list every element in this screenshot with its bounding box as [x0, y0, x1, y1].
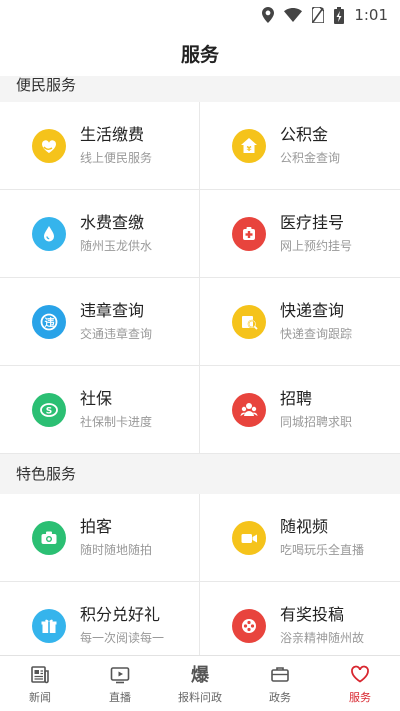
service-subtitle: 社保制卡进度	[80, 415, 153, 429]
service-housing-fund[interactable]: ¥ 公积金公积金查询	[200, 102, 400, 190]
tab-label: 直播	[109, 690, 131, 704]
service-title: 生活缴费	[80, 125, 145, 144]
service-title: 水费查缴	[80, 213, 145, 232]
service-subtitle: 每一次阅读每一	[80, 631, 165, 645]
tab-news[interactable]: 新闻	[0, 656, 80, 711]
no-sim-icon	[312, 7, 325, 23]
service-title: 快递查询	[280, 301, 345, 320]
heart-hands-icon	[32, 128, 66, 163]
service-water-bill[interactable]: 水费查缴随州玉龙供水	[0, 190, 200, 278]
status-bar: 1:01	[0, 0, 400, 30]
people-icon	[232, 392, 266, 427]
service-subtitle: 吃喝玩乐全直播	[280, 543, 365, 557]
service-medical-registration[interactable]: 医疗挂号网上预约挂号	[200, 190, 400, 278]
service-submission[interactable]: 有奖投稿浴亲精神随州故	[200, 582, 400, 655]
convenience-grid: 生活缴费线上便民服务 ¥ 公积金公积金查询 水费查缴随州玉龙供水 医疗挂号网上预…	[0, 102, 400, 454]
battery-icon	[334, 6, 345, 24]
service-life-payment[interactable]: 生活缴费线上便民服务	[0, 102, 200, 190]
service-snapshot[interactable]: 拍客 随时随地随拍	[0, 494, 200, 582]
status-time: 1:01	[354, 6, 388, 24]
service-subtitle: 随州玉龙供水	[80, 239, 153, 253]
svg-text:¥: ¥	[247, 145, 252, 153]
location-icon	[262, 7, 275, 23]
service-subtitle: 浴亲精神随州故	[280, 631, 365, 645]
service-title: 积分兑好礼	[80, 605, 161, 624]
service-title: 随视频	[280, 517, 329, 536]
tab-live[interactable]: 直播	[80, 656, 160, 711]
tab-label: 报料问政	[178, 690, 222, 704]
tab-label: 新闻	[29, 690, 51, 704]
heart-icon	[351, 665, 369, 683]
service-title: 医疗挂号	[280, 213, 345, 232]
video-camera-icon	[232, 520, 266, 555]
newspaper-icon	[31, 665, 49, 683]
service-social-security[interactable]: S 社保社保制卡进度	[0, 366, 200, 454]
bottom-tab-bar: 新闻 直播 爆 报料问政 政务 服务	[0, 655, 400, 711]
gift-icon	[32, 608, 66, 643]
social-security-icon: S	[32, 392, 66, 427]
explosion-char-icon: 爆	[191, 665, 210, 685]
tv-play-icon	[110, 666, 130, 683]
violation-icon: 违	[32, 304, 66, 339]
page-title: 服务	[180, 43, 219, 66]
service-subtitle: 交通违章查询	[80, 327, 153, 341]
water-drop-icon	[32, 216, 66, 251]
section-title-convenience: 便民服务	[0, 76, 400, 102]
service-title: 拍客	[80, 517, 113, 536]
wifi-icon	[284, 8, 303, 22]
service-points-gift[interactable]: 积分兑好礼每一次阅读每一	[0, 582, 200, 655]
service-title: 违章查询	[80, 301, 145, 320]
service-subtitle: 随时随地随拍	[80, 543, 153, 557]
service-title: 有奖投稿	[280, 605, 345, 624]
service-subtitle: 快递查询跟踪	[280, 327, 353, 341]
service-express-tracking[interactable]: 快递查询快递查询跟踪	[200, 278, 400, 366]
svg-text:S: S	[46, 406, 52, 416]
service-title: 招聘	[280, 389, 313, 408]
service-title: 公积金	[280, 125, 329, 144]
tab-label: 服务	[349, 690, 371, 704]
svg-text:违: 违	[45, 316, 55, 329]
section-title-featured: 特色服务	[0, 454, 400, 494]
package-search-icon	[232, 304, 266, 339]
tab-label: 政务	[269, 690, 291, 704]
svg-text:爆: 爆	[191, 665, 210, 685]
briefcase-icon	[271, 666, 289, 682]
tab-report[interactable]: 爆 报料问政	[160, 656, 240, 711]
service-recruitment[interactable]: 招聘 同城招聘求职	[200, 366, 400, 454]
services-content[interactable]: 便民服务 生活缴费线上便民服务 ¥ 公积金公积金查询 水费查缴随州玉龙供水 医疗…	[0, 76, 400, 655]
service-subtitle: 网上预约挂号	[280, 239, 353, 253]
tab-government[interactable]: 政务	[240, 656, 320, 711]
house-icon: ¥	[232, 128, 266, 163]
service-title: 社保	[80, 389, 113, 408]
service-traffic-violation[interactable]: 违 违章查询交通违章查询	[0, 278, 200, 366]
tab-services[interactable]: 服务	[320, 656, 400, 711]
camera-icon	[32, 520, 66, 555]
medical-cross-icon	[232, 216, 266, 251]
featured-grid: 拍客随时随地随拍 随视频吃喝玩乐全直播 积分兑好礼每一次阅读每一 有奖投稿浴亲精…	[0, 494, 400, 655]
app-header: 服务	[0, 30, 400, 76]
service-subtitle: 同城招聘求职	[280, 415, 353, 429]
film-reel-icon	[232, 608, 266, 643]
service-subtitle: 线上便民服务	[80, 151, 153, 165]
service-video[interactable]: 随视频吃喝玩乐全直播	[200, 494, 400, 582]
service-subtitle: 公积金查询	[280, 151, 341, 165]
